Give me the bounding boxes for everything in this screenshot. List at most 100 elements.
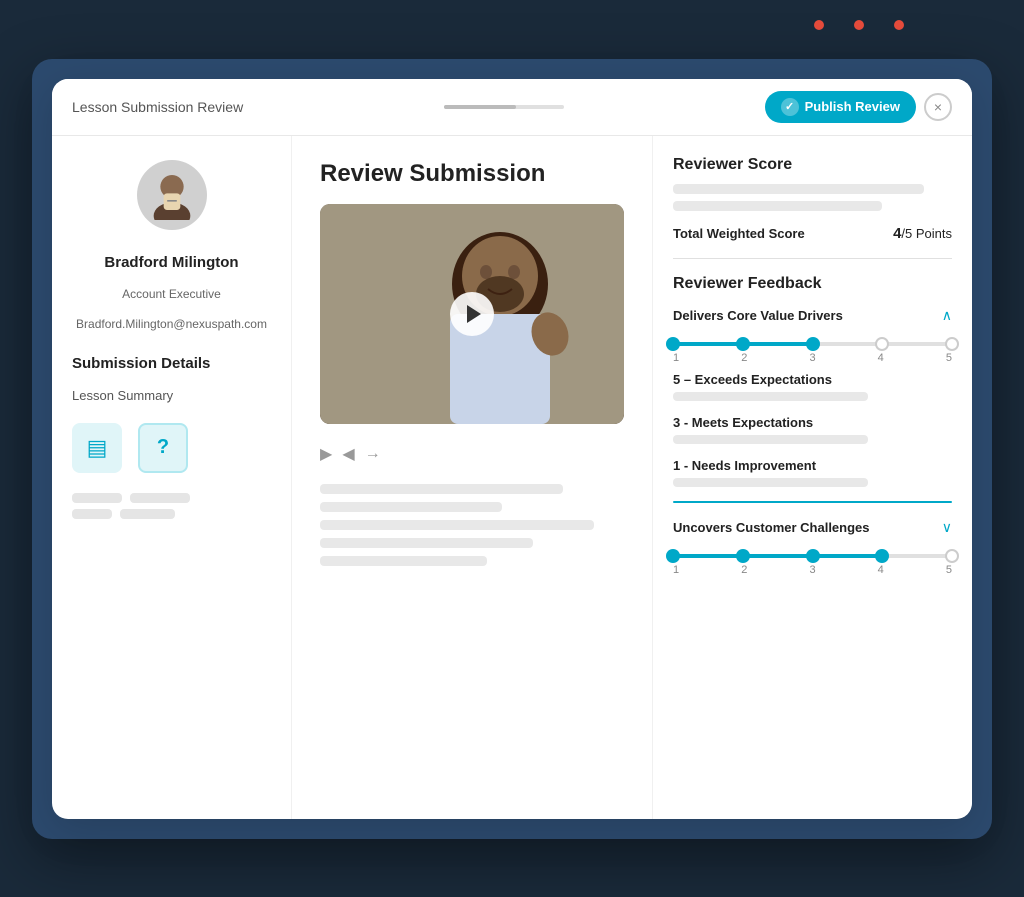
slider-dot-1-3	[806, 337, 820, 351]
feedback-section-1: Delivers Core Value Drivers ∧	[673, 307, 952, 503]
sidebar: Bradford Milington Account Executive Bra…	[52, 136, 292, 819]
slider-1[interactable]: 1 2 3 4 5	[673, 334, 952, 372]
publish-button-label: Publish Review	[805, 99, 900, 114]
feedback-section-1-chevron-up[interactable]: ∧	[942, 307, 952, 324]
text-skel-5	[320, 556, 487, 566]
skeleton-block	[120, 509, 175, 519]
outer-card: Lesson Submission Review ✓ Publish Revie…	[32, 59, 992, 839]
feedback-item-meets: 3 - Meets Expectations	[673, 415, 952, 444]
weighted-score-label: Total Weighted Score	[673, 226, 805, 241]
center-content: Review Submission	[292, 136, 652, 819]
play-icon	[467, 305, 481, 323]
avatar-svg	[147, 170, 197, 220]
score-skel-2	[673, 201, 882, 211]
text-skel-2	[320, 502, 502, 512]
progress-bar-container	[444, 105, 564, 109]
slider-2-label-5: 5	[946, 564, 952, 576]
slider-2-labels: 1 2 3 4 5	[673, 564, 952, 576]
slider-label-3: 3	[809, 352, 815, 364]
exceeds-label: 5 – Exceeds Expectations	[673, 372, 952, 387]
window-title: Lesson Submission Review	[72, 99, 243, 115]
inner-card: Lesson Submission Review ✓ Publish Revie…	[52, 79, 972, 819]
forward-control[interactable]: →	[365, 445, 381, 463]
slider-dot-1-5	[945, 337, 959, 351]
needs-skel	[673, 478, 868, 487]
slider-label-4: 4	[878, 352, 884, 364]
slider-2-label-2: 2	[741, 564, 747, 576]
icons-row: ▤ ?	[72, 423, 271, 473]
publish-icon-circle: ✓	[781, 98, 799, 116]
weighted-score-row: Total Weighted Score 4/5 Points	[673, 225, 952, 242]
feedback-section-2-header: Uncovers Customer Challenges ∨	[673, 519, 952, 536]
slider-2-label-1: 1	[673, 564, 679, 576]
skeleton-block	[72, 509, 112, 519]
play-control[interactable]: ▶	[320, 444, 332, 464]
user-avatar	[137, 160, 207, 230]
slider-label-1: 1	[673, 352, 679, 364]
skeleton-row-2	[72, 509, 271, 519]
meets-skel	[673, 435, 868, 444]
decorative-dot-3	[894, 20, 904, 30]
slider-dot-2-2	[736, 549, 750, 563]
progress-bar-fill	[444, 105, 516, 109]
feedback-item-needs: 1 - Needs Improvement	[673, 458, 952, 487]
slider-dot-1-4	[875, 337, 889, 351]
content-area: Bradford Milington Account Executive Bra…	[52, 136, 972, 819]
user-email: Bradford.Milington@nexuspath.com	[72, 317, 271, 331]
feedback-section-1-header: Delivers Core Value Drivers ∧	[673, 307, 952, 324]
avatar-container	[72, 160, 271, 230]
slider-1-track	[673, 342, 952, 346]
header-progress	[444, 105, 564, 109]
feedback-section-2: Uncovers Customer Challenges ∨	[673, 519, 952, 584]
needs-label: 1 - Needs Improvement	[673, 458, 952, 473]
feedback-item-exceeds: 5 – Exceeds Expectations	[673, 372, 952, 401]
skeleton-block	[72, 493, 122, 503]
slider-1-labels: 1 2 3 4 5	[673, 352, 952, 364]
submission-details-title: Submission Details	[72, 355, 271, 372]
close-button[interactable]: ×	[924, 93, 952, 121]
slider-2[interactable]: 1 2 3 4 5	[673, 546, 952, 584]
reviewer-score-title: Reviewer Score	[673, 156, 952, 174]
score-skel-1	[673, 184, 924, 194]
decorative-dot-2	[854, 20, 864, 30]
slider-dot-1-1	[666, 337, 680, 351]
feedback-section-2-label: Uncovers Customer Challenges	[673, 520, 870, 535]
decorative-dot-1	[814, 20, 824, 30]
weighted-score-max: /5 Points	[901, 226, 952, 241]
text-skel-3	[320, 520, 594, 530]
feedback-divider-teal	[673, 501, 952, 503]
meets-label: 3 - Meets Expectations	[673, 415, 952, 430]
right-panel: Reviewer Score Total Weighted Score 4/5 …	[652, 136, 972, 819]
video-background	[320, 204, 624, 424]
lesson-book-icon-box[interactable]: ▤	[72, 423, 122, 473]
rewind-control[interactable]: ◀	[342, 444, 354, 464]
slider-2-fill	[673, 554, 882, 558]
play-button[interactable]	[450, 292, 494, 336]
slider-label-2: 2	[741, 352, 747, 364]
video-container[interactable]	[320, 204, 624, 424]
user-role: Account Executive	[72, 287, 271, 301]
sidebar-skeleton	[72, 493, 271, 519]
publish-review-button[interactable]: ✓ Publish Review	[765, 91, 916, 123]
skeleton-block	[130, 493, 190, 503]
lesson-summary-label: Lesson Summary	[72, 388, 271, 403]
video-controls: ▶ ◀ →	[320, 440, 624, 468]
slider-dot-1-2	[736, 337, 750, 351]
help-icon-box[interactable]: ?	[138, 423, 188, 473]
slider-2-label-3: 3	[809, 564, 815, 576]
feedback-section-1-label: Delivers Core Value Drivers	[673, 308, 843, 323]
header-actions: ✓ Publish Review ×	[765, 91, 952, 123]
weighted-score-value: 4/5 Points	[893, 225, 952, 242]
user-name: Bradford Milington	[72, 254, 271, 271]
text-skel-4	[320, 538, 533, 548]
feedback-section-2-chevron-down[interactable]: ∨	[942, 519, 952, 536]
slider-label-5: 5	[946, 352, 952, 364]
divider-1	[673, 258, 952, 259]
slider-2-label-4: 4	[878, 564, 884, 576]
text-skeleton	[320, 484, 624, 566]
slider-2-track	[673, 554, 952, 558]
review-submission-title: Review Submission	[320, 160, 624, 188]
exceeds-skel	[673, 392, 868, 401]
skeleton-row-1	[72, 493, 271, 503]
text-skel-1	[320, 484, 563, 494]
